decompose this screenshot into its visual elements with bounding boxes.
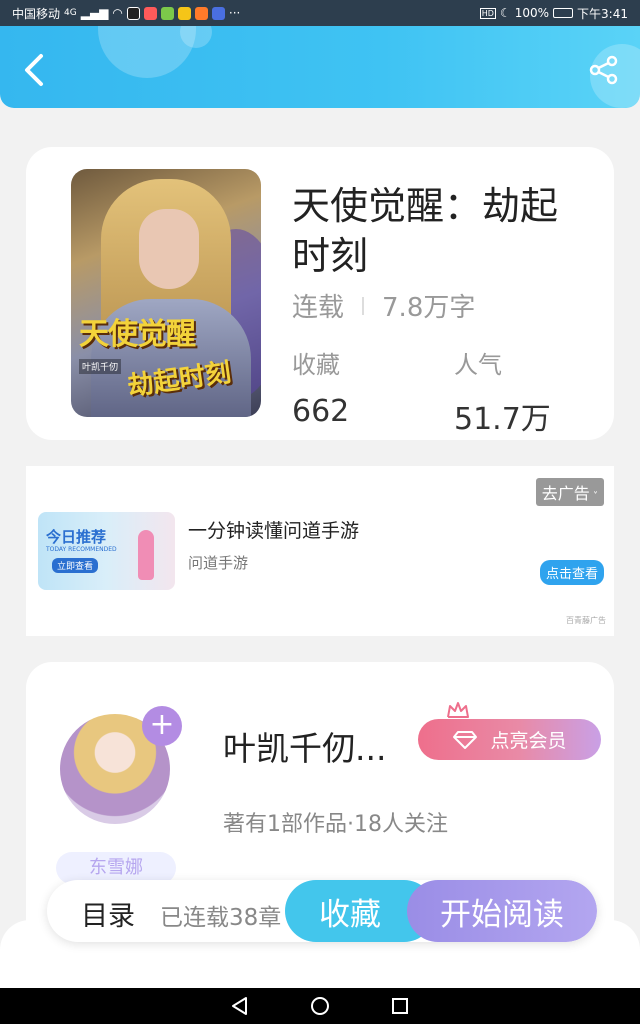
- cover-art-face: [139, 209, 199, 289]
- collect-stat-value: 662: [292, 394, 350, 429]
- diamond-icon: [453, 730, 478, 749]
- status-bar-left: 中国移动 4G ▂▄▆ ◠ ···: [12, 5, 240, 22]
- vip-member-button[interactable]: 点亮会员: [418, 719, 601, 760]
- status-bar: 中国移动 4G ▂▄▆ ◠ ··· HD ☾ 100% 下午3:41: [0, 0, 640, 26]
- ad-image-subtitle: TODAY RECOMMENDED: [46, 546, 117, 553]
- status-bar-right: HD ☾ 100% 下午3:41: [479, 5, 628, 22]
- more-notifications: ···: [228, 6, 241, 20]
- hd-icon: HD: [479, 7, 496, 19]
- bottom-action-bar: 目录 已连载38章 收藏 开始阅读: [47, 880, 597, 942]
- book-cover[interactable]: 天使觉醒 叶凯千仞 劫起时刻: [71, 169, 261, 417]
- start-reading-button[interactable]: 开始阅读: [407, 880, 597, 942]
- author-name[interactable]: 叶凯千仞...: [223, 722, 386, 770]
- collect-button-label: 收藏: [319, 896, 381, 933]
- collect-stat-label: 收藏: [292, 351, 340, 379]
- book-status: 连载: [292, 293, 345, 323]
- share-icon: [589, 55, 618, 85]
- popularity-stat: 人气 51.7万: [454, 345, 551, 438]
- book-word-count: 7.8万字: [382, 293, 476, 323]
- clock: 下午3:41: [577, 6, 628, 21]
- start-reading-label: 开始阅读: [440, 896, 564, 933]
- chevron-down-icon: ˅: [589, 491, 598, 502]
- remove-ad-button[interactable]: 去广告 ˅: [535, 478, 604, 506]
- nav-home-icon[interactable]: [310, 996, 330, 1016]
- ad-subtitle: 问道手游: [188, 554, 249, 572]
- ad-image-title: 今日推荐: [46, 528, 107, 546]
- chapter-count[interactable]: 已连载38章: [160, 898, 281, 932]
- signal-icon: ▂▄▆: [80, 6, 109, 20]
- app-notification-icon: [126, 6, 140, 20]
- ad-banner[interactable]: 去广告 ˅ 今日推荐 TODAY RECOMMENDED 立即查看 一分钟读懂问…: [26, 466, 614, 636]
- system-nav-bar: [0, 988, 640, 1024]
- network-label: 4G: [64, 8, 77, 18]
- ad-title[interactable]: 一分钟读懂问道手游: [188, 516, 359, 543]
- cover-title-text: 天使觉醒: [79, 317, 196, 352]
- ad-image[interactable]: 今日推荐 TODAY RECOMMENDED 立即查看: [38, 512, 175, 590]
- wifi-icon: ◠: [112, 6, 123, 20]
- app-notification-icon: [160, 6, 174, 20]
- nav-recents-icon[interactable]: [390, 996, 410, 1016]
- crown-icon: [447, 702, 469, 718]
- app-notification-icon: [194, 6, 208, 20]
- popularity-stat-label: 人气: [454, 351, 502, 379]
- ad-image-button: 立即查看: [52, 558, 99, 573]
- vip-member-label: 点亮会员: [490, 730, 567, 752]
- book-info-card: 天使觉醒 叶凯千仞 劫起时刻 天使觉醒：劫起时刻 连载 7.8万字 收藏 662…: [26, 147, 614, 440]
- author-meta: 著有1部作品·18人关注: [223, 812, 448, 837]
- cover-author-text: 叶凯千仞: [79, 359, 122, 374]
- remove-ad-label: 去广告: [541, 484, 590, 503]
- moon-icon: ☾: [499, 6, 511, 20]
- toc-button[interactable]: 目录: [81, 894, 135, 933]
- ad-view-button[interactable]: 点击查看: [539, 560, 604, 585]
- header: [0, 26, 640, 108]
- nav-back-icon[interactable]: [230, 996, 250, 1016]
- app-notification-icon: [177, 6, 191, 20]
- meta-divider: [362, 296, 365, 315]
- battery-percent: 100%: [514, 6, 550, 20]
- carrier-label: 中国移动: [12, 6, 61, 21]
- book-meta: 连载 7.8万字: [292, 287, 475, 324]
- back-arrow-icon: [25, 54, 43, 86]
- popularity-stat-value: 51.7万: [454, 402, 551, 437]
- ad-source-label: 百青藤广告: [566, 616, 606, 625]
- app-notification-icon: [211, 6, 225, 20]
- app-notification-icon: [143, 6, 157, 20]
- share-button[interactable]: [584, 50, 624, 90]
- book-title: 天使觉醒：劫起时刻: [292, 184, 559, 278]
- collect-stat: 收藏 662: [292, 345, 349, 429]
- battery-icon: [553, 8, 574, 18]
- follow-author-button[interactable]: +: [142, 706, 182, 746]
- ad-image-figure: [138, 530, 154, 580]
- back-button[interactable]: [14, 50, 54, 90]
